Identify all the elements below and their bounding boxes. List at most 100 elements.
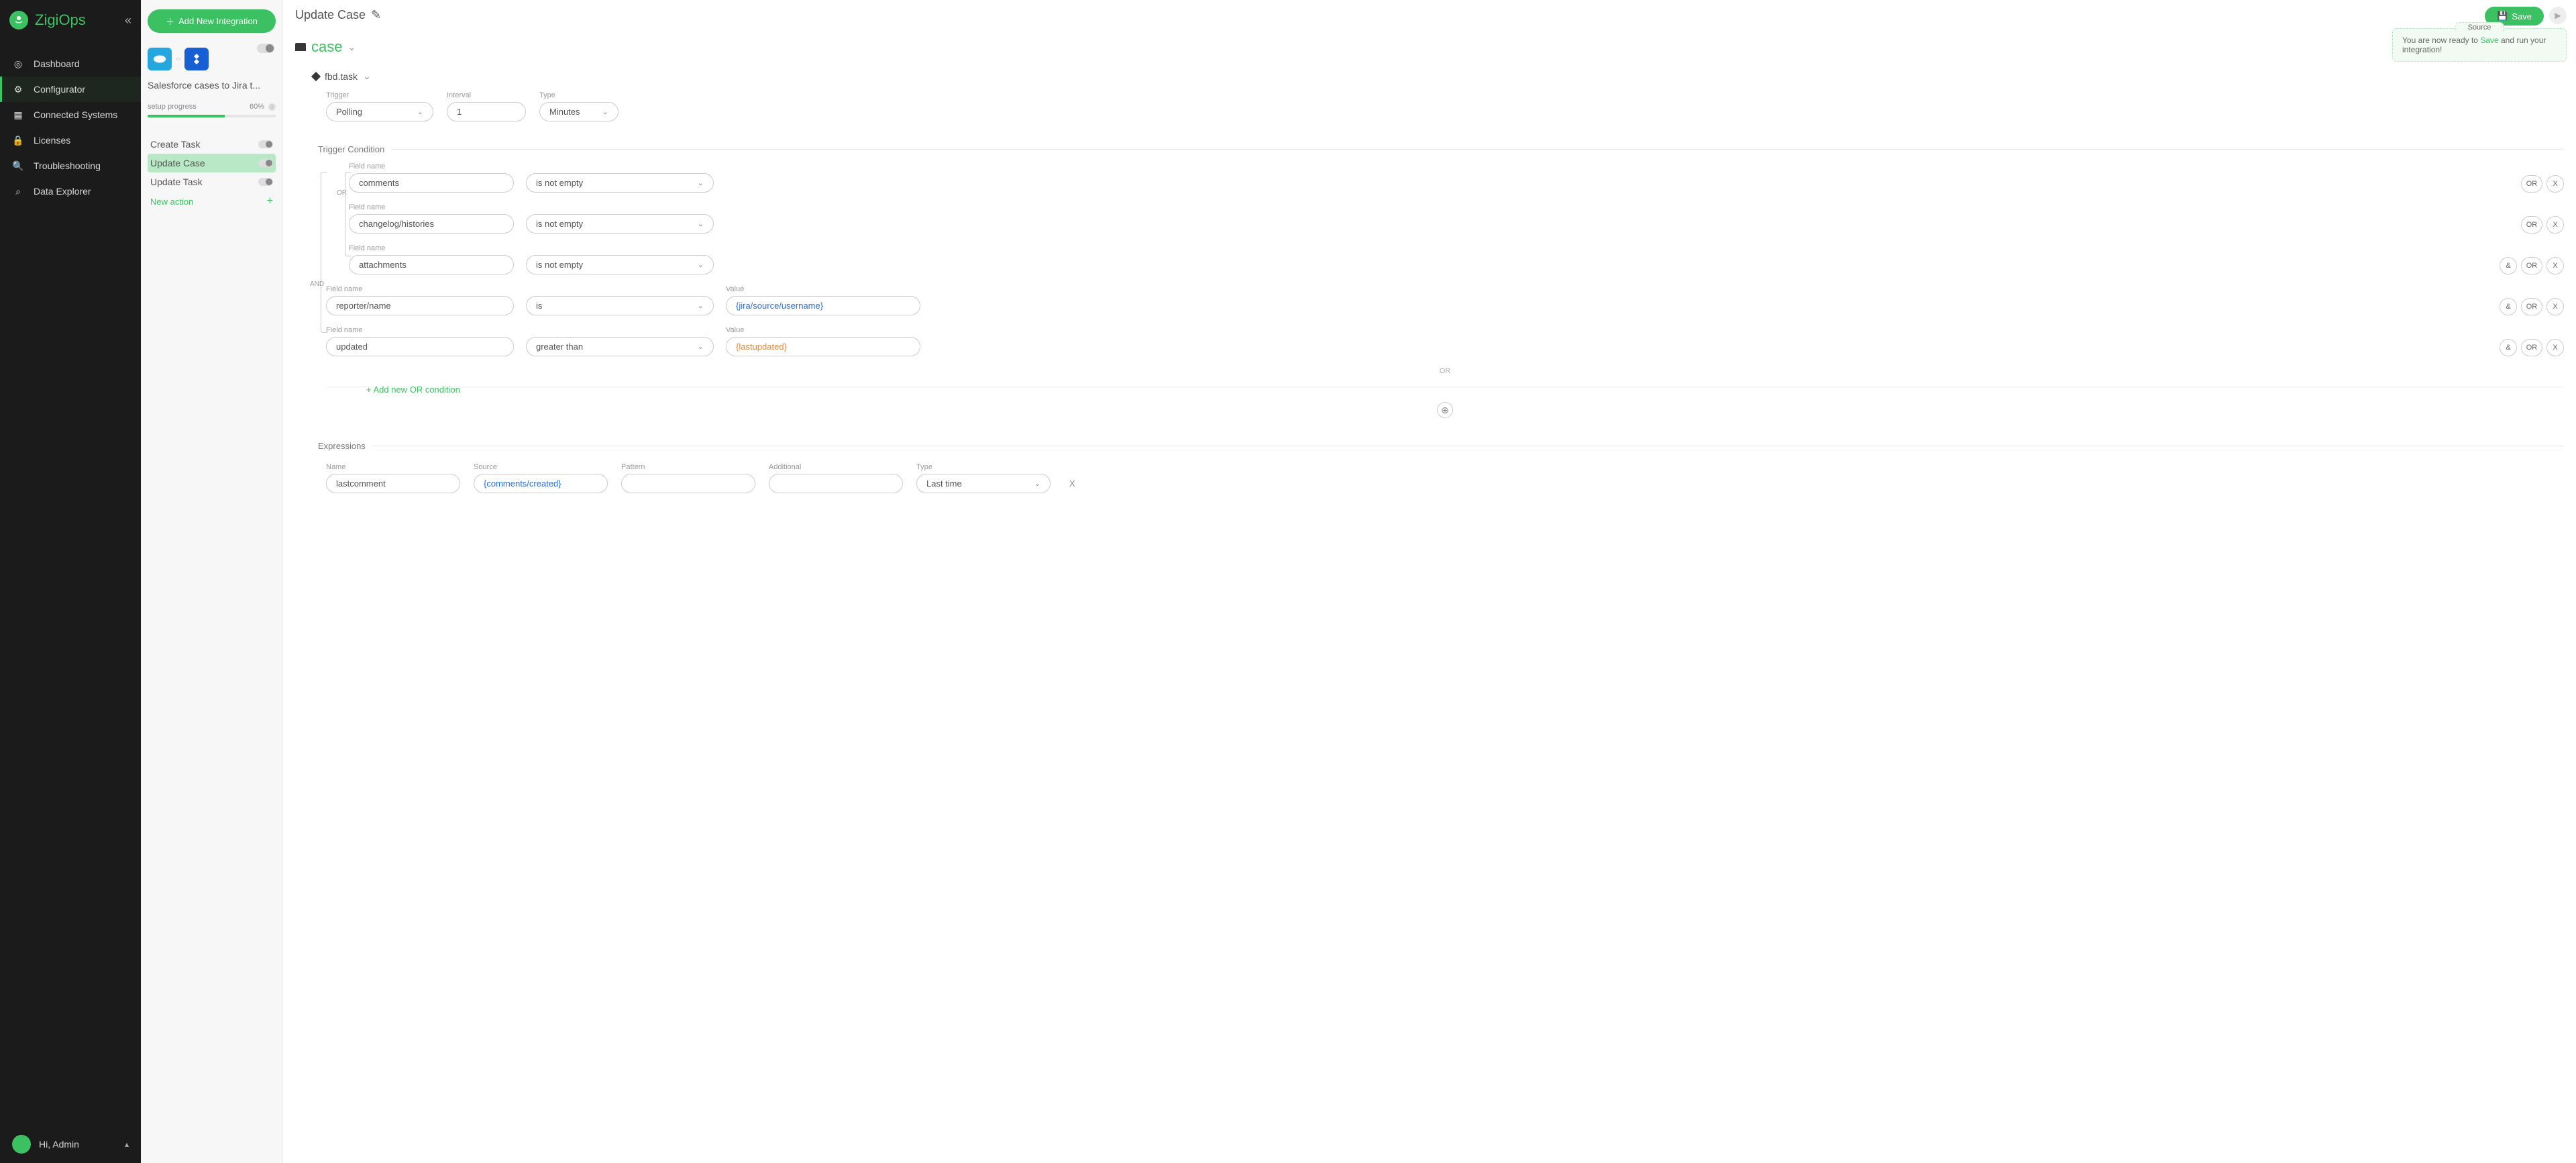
remove-expression-button[interactable]: X — [1069, 468, 1075, 489]
toggle-icon[interactable] — [258, 159, 273, 167]
action-create-task[interactable]: Create Task — [148, 135, 276, 154]
info-icon[interactable]: i — [268, 103, 276, 111]
value-input[interactable] — [726, 337, 920, 356]
expr-pattern-input[interactable] — [621, 474, 755, 493]
brand-name: ZigiOps — [35, 11, 86, 29]
field-name-input[interactable] — [349, 255, 514, 274]
collapse-sidebar-icon[interactable]: « — [125, 13, 131, 28]
user-greeting: Hi, Admin — [39, 1139, 79, 1150]
or-button[interactable]: OR — [2521, 175, 2542, 193]
field-name-input[interactable] — [326, 296, 514, 315]
remove-button[interactable]: X — [2546, 257, 2564, 274]
target-icon: ◎ — [12, 58, 24, 70]
nav-dashboard[interactable]: ◎Dashboard — [0, 51, 141, 77]
field-label: Field name — [326, 326, 514, 334]
chevron-down-icon: ⌄ — [698, 260, 704, 269]
nav-label: Licenses — [34, 135, 70, 146]
entity-label: case — [311, 38, 342, 56]
save-icon: 💾 — [2497, 11, 2508, 21]
integration-header: ‹› — [148, 48, 276, 70]
or-button[interactable]: OR — [2521, 339, 2542, 356]
field-name-input[interactable] — [349, 173, 514, 193]
gear-icon: ⚙ — [12, 83, 24, 95]
add-condition-button[interactable]: ⊕ — [1437, 402, 1453, 418]
value-input[interactable] — [726, 296, 920, 315]
tip-text: You are now ready to — [2402, 36, 2480, 45]
nav-connected-systems[interactable]: ▦Connected Systems — [0, 102, 141, 128]
tip-callout: Source You are now ready to Save and run… — [2392, 28, 2567, 62]
trigger-field: Trigger Polling⌄ — [326, 91, 433, 121]
chevron-down-icon: ⌄ — [417, 107, 423, 116]
select-value: is — [536, 301, 542, 311]
and-button[interactable]: & — [2500, 339, 2517, 356]
nav-data-explorer[interactable]: ⌕Data Explorer — [0, 179, 141, 204]
case-icon — [295, 43, 306, 51]
field-label: Type — [539, 91, 619, 99]
lock-icon: 🔒 — [12, 134, 24, 146]
remove-button[interactable]: X — [2546, 216, 2564, 234]
run-button[interactable]: ▶ — [2549, 7, 2567, 24]
or-button[interactable]: OR — [2521, 257, 2542, 274]
field-label: Source — [474, 463, 608, 471]
progress-fill — [148, 115, 225, 117]
or-button[interactable]: OR — [2521, 216, 2542, 234]
or-button[interactable]: OR — [2521, 298, 2542, 315]
field-name-input[interactable] — [349, 214, 514, 234]
expr-name-input[interactable] — [326, 474, 460, 493]
chevron-up-icon: ▴ — [125, 1140, 129, 1149]
section-title: Expressions — [318, 441, 366, 451]
field-label: Value — [726, 285, 920, 293]
new-action-button[interactable]: New action+ — [148, 191, 276, 211]
remove-button[interactable]: X — [2546, 339, 2564, 356]
field-label: Field name — [349, 203, 514, 211]
progress-percent: 60% — [250, 103, 264, 111]
nav-licenses[interactable]: 🔒 Licenses — [0, 128, 141, 153]
expr-additional-input[interactable] — [769, 474, 903, 493]
type-select[interactable]: Minutes⌄ — [539, 102, 619, 121]
trigger-select[interactable]: Polling ⌄ — [326, 102, 433, 121]
toggle-icon[interactable] — [258, 178, 273, 186]
entity-task[interactable]: fbd.task ⌄ — [313, 70, 2564, 82]
expr-type-select[interactable]: Last time⌄ — [916, 474, 1051, 493]
nav-troubleshooting[interactable]: 🔍Troubleshooting — [0, 153, 141, 179]
expression-row: Name Source Pattern Additional TypeLast … — [326, 463, 2564, 493]
and-button[interactable]: & — [2500, 298, 2517, 315]
entity-case[interactable]: case ⌄ — [295, 38, 2564, 56]
operator-select[interactable]: is not empty⌄ — [526, 214, 714, 234]
select-value: Polling — [336, 107, 362, 117]
remove-button[interactable]: X — [2546, 175, 2564, 193]
jira-icon[interactable] — [184, 48, 209, 70]
nav-label: Troubleshooting — [34, 160, 101, 171]
nav-configurator[interactable]: ⚙Configurator — [0, 77, 141, 102]
field-label: Pattern — [621, 463, 755, 471]
operator-select[interactable]: is⌄ — [526, 296, 714, 315]
field-label: Field name — [326, 285, 514, 293]
link-icon: ‹› — [176, 55, 180, 63]
operator-select[interactable]: greater than⌄ — [526, 337, 714, 356]
edit-icon[interactable]: ✎ — [371, 8, 381, 22]
interval-input[interactable] — [447, 102, 526, 121]
add-integration-button[interactable]: ＋ Add New Integration — [148, 9, 276, 33]
integration-panel: ＋ Add New Integration ‹› Salesforce case… — [141, 0, 283, 1163]
integration-toggle[interactable] — [257, 44, 274, 53]
action-update-case[interactable]: Update Case — [148, 154, 276, 172]
nav-label: Connected Systems — [34, 109, 117, 120]
explore-icon: ⌕ — [12, 185, 24, 197]
action-label: Create Task — [150, 139, 200, 150]
toggle-icon[interactable] — [258, 140, 273, 148]
field-name-input[interactable] — [326, 337, 514, 356]
operator-select[interactable]: is not empty⌄ — [526, 255, 714, 274]
trigger-condition-section: Trigger Condition — [318, 144, 2564, 154]
chevron-down-icon[interactable]: ⌄ — [363, 70, 371, 82]
and-button[interactable]: & — [2500, 257, 2517, 274]
chevron-down-icon[interactable]: ⌄ — [347, 42, 356, 53]
select-value: is not empty — [536, 178, 583, 188]
field-label: Interval — [447, 91, 526, 99]
user-menu[interactable]: Hi, Admin ▴ — [0, 1125, 141, 1163]
operator-select[interactable]: is not empty⌄ — [526, 173, 714, 193]
field-label: Field name — [349, 244, 514, 252]
salesforce-icon[interactable] — [148, 48, 172, 70]
expr-source-input[interactable] — [474, 474, 608, 493]
action-update-task[interactable]: Update Task — [148, 172, 276, 191]
remove-button[interactable]: X — [2546, 298, 2564, 315]
